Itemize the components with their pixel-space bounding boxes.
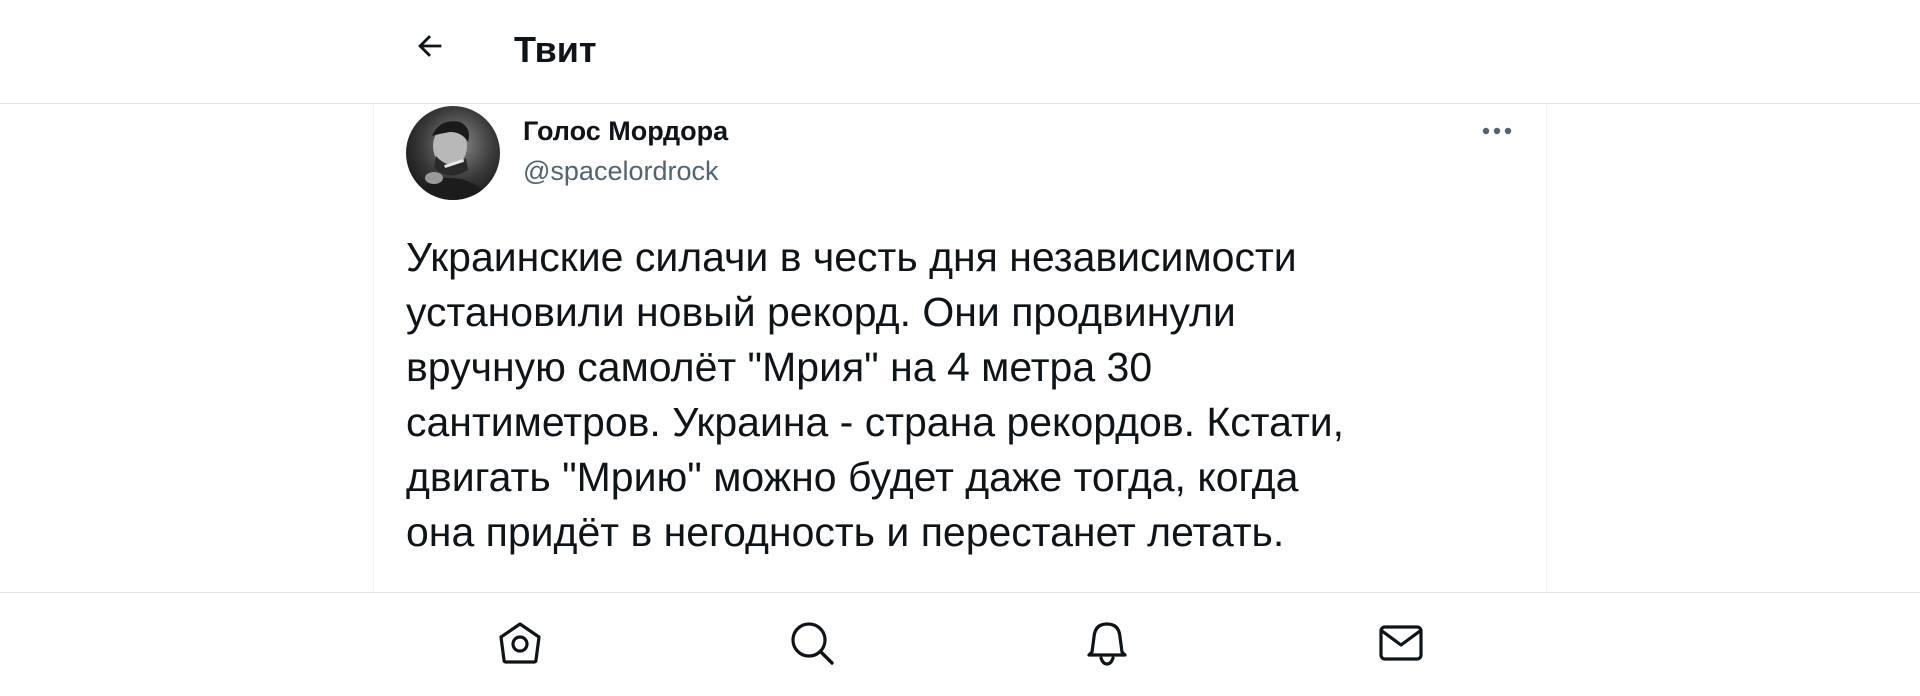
nav-notifications-button[interactable] [1079, 615, 1135, 671]
mail-icon [1379, 625, 1423, 661]
bottom-navigation [0, 592, 1920, 696]
avatar[interactable] [406, 106, 500, 200]
author-display-name[interactable]: Голос Мордора [523, 114, 728, 148]
bell-icon [1087, 622, 1127, 666]
top-bar: Твит [0, 0, 1920, 104]
more-horizontal-icon [1482, 127, 1512, 135]
search-icon [791, 622, 834, 665]
author-handle[interactable]: @spacelordrock [523, 154, 719, 188]
nav-messages-button[interactable] [1373, 615, 1429, 671]
nav-search-button[interactable] [784, 615, 840, 671]
more-options-button[interactable] [1476, 114, 1518, 148]
tweet-text: Украинские силачи в честь дня независимо… [406, 234, 1345, 555]
nav-home-button[interactable] [492, 615, 548, 671]
avatar-photo [406, 106, 500, 200]
back-button[interactable] [406, 22, 454, 70]
arrow-left-icon [418, 35, 442, 57]
page-title: Твит [514, 29, 597, 70]
home-icon [499, 622, 541, 664]
tweet-page: Твит Голос Мордора @spacelordrock Украин… [0, 0, 1920, 696]
